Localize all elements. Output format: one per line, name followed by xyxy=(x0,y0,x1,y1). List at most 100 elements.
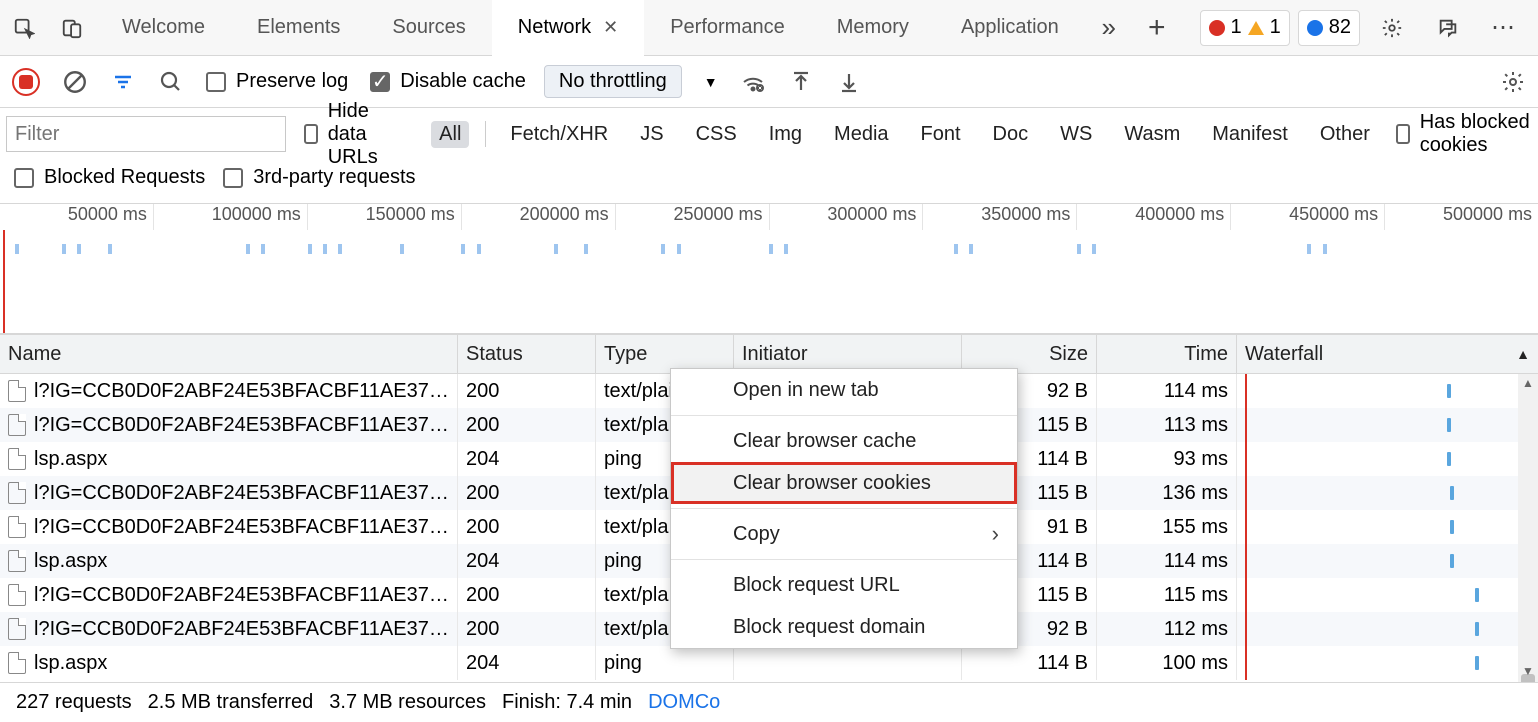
close-tab-icon[interactable]: ✕ xyxy=(603,17,618,38)
scroll-down-icon[interactable]: ▼ xyxy=(1522,664,1534,678)
tab-sources[interactable]: Sources xyxy=(366,0,491,56)
tab-elements[interactable]: Elements xyxy=(231,0,366,56)
cell-status: 204 xyxy=(458,544,596,578)
tab-performance[interactable]: Performance xyxy=(644,0,811,56)
file-icon xyxy=(8,550,26,572)
table-row[interactable]: lsp.aspx204ping114 B100 ms xyxy=(0,646,1538,680)
search-icon[interactable] xyxy=(158,69,184,95)
menu-separator xyxy=(671,508,1017,509)
import-har-icon[interactable] xyxy=(788,69,814,95)
error-count: 1 xyxy=(1231,16,1242,39)
more-tabs-icon[interactable]: » xyxy=(1085,0,1133,56)
file-icon xyxy=(8,652,26,674)
filter-type-manifest[interactable]: Manifest xyxy=(1204,121,1296,148)
filter-type-img[interactable]: Img xyxy=(761,121,810,148)
overview-blip xyxy=(784,244,788,254)
col-name[interactable]: Name xyxy=(0,335,458,373)
cell-name: l?IG=CCB0D0F2ABF24E53BFACBF11AE3798F4... xyxy=(0,612,458,646)
menu-item-copy[interactable]: Copy xyxy=(671,513,1017,555)
cell-waterfall xyxy=(1237,510,1538,544)
overview-blip xyxy=(769,244,773,254)
feedback-icon[interactable] xyxy=(1424,0,1472,56)
filter-type-media[interactable]: Media xyxy=(826,121,896,148)
throttling-value: No throttling xyxy=(559,70,667,92)
filter-type-fetchxhr[interactable]: Fetch/XHR xyxy=(502,121,616,148)
checkbox-icon xyxy=(206,72,226,92)
filter-type-wasm[interactable]: Wasm xyxy=(1116,121,1188,148)
overview-tick: 250000 ms xyxy=(616,204,770,230)
error-warning-badge[interactable]: 1 1 xyxy=(1200,10,1290,46)
blocked-requests-checkbox[interactable]: Blocked Requests xyxy=(14,166,205,189)
cell-waterfall xyxy=(1237,544,1538,578)
menu-item-block-request-url[interactable]: Block request URL xyxy=(671,564,1017,606)
tab-application[interactable]: Application xyxy=(935,0,1085,56)
filter-bar-2: Blocked Requests 3rd-party requests xyxy=(0,158,1538,204)
file-icon xyxy=(8,482,26,504)
filter-type-all[interactable]: All xyxy=(431,121,469,148)
col-time[interactable]: Time xyxy=(1097,335,1237,373)
throttling-dropdown-icon[interactable]: ▼ xyxy=(704,74,718,90)
inspect-element-icon[interactable] xyxy=(0,0,48,56)
cell-time: 114 ms xyxy=(1097,374,1237,408)
cell-waterfall xyxy=(1237,646,1538,680)
throttling-select[interactable]: No throttling xyxy=(544,65,682,98)
col-waterfall[interactable]: Waterfall▲ xyxy=(1237,335,1538,373)
col-status[interactable]: Status xyxy=(458,335,596,373)
tab-label: Memory xyxy=(837,16,909,39)
filter-type-ws[interactable]: WS xyxy=(1052,121,1100,148)
tab-network[interactable]: Network✕ xyxy=(492,0,644,56)
cell-time: 93 ms xyxy=(1097,442,1237,476)
issues-badge[interactable]: 82 xyxy=(1298,10,1360,46)
cell-status: 200 xyxy=(458,510,596,544)
menu-item-open-in-new-tab[interactable]: Open in new tab xyxy=(671,369,1017,411)
more-menu-icon[interactable]: ⋯ xyxy=(1480,0,1528,56)
filter-type-other[interactable]: Other xyxy=(1312,121,1378,148)
third-party-checkbox[interactable]: 3rd-party requests xyxy=(223,166,415,189)
overview-blip xyxy=(954,244,958,254)
timeline-overview[interactable]: 50000 ms100000 ms150000 ms200000 ms25000… xyxy=(0,204,1538,334)
cell-name: l?IG=CCB0D0F2ABF24E53BFACBF11AE3798F4... xyxy=(0,578,458,612)
cell-status: 200 xyxy=(458,578,596,612)
export-har-icon[interactable] xyxy=(836,69,862,95)
status-domcontentloaded[interactable]: DOMCo xyxy=(648,691,720,714)
overview-blip xyxy=(477,244,481,254)
cell-name: lsp.aspx xyxy=(0,544,458,578)
new-tab-icon[interactable]: + xyxy=(1133,0,1181,56)
status-bar: 227 requests 2.5 MB transferred 3.7 MB r… xyxy=(0,682,1538,722)
cell-time: 115 ms xyxy=(1097,578,1237,612)
menu-item-clear-browser-cookies[interactable]: Clear browser cookies xyxy=(671,462,1017,504)
clear-icon[interactable] xyxy=(62,69,88,95)
device-toggle-icon[interactable] xyxy=(48,0,96,56)
overview-tick: 400000 ms xyxy=(1077,204,1231,230)
scroll-up-icon[interactable]: ▲ xyxy=(1522,376,1534,390)
filter-type-font[interactable]: Font xyxy=(913,121,969,148)
network-settings-icon[interactable] xyxy=(1500,69,1526,95)
filter-type-doc[interactable]: Doc xyxy=(985,121,1037,148)
overview-tick: 150000 ms xyxy=(308,204,462,230)
cell-status: 200 xyxy=(458,612,596,646)
record-button[interactable] xyxy=(12,68,40,96)
filter-input[interactable] xyxy=(6,116,286,152)
tab-memory[interactable]: Memory xyxy=(811,0,935,56)
overview-blip xyxy=(677,244,681,254)
settings-icon[interactable] xyxy=(1368,0,1416,56)
filter-toggle-icon[interactable] xyxy=(110,69,136,95)
file-icon xyxy=(8,380,26,402)
menu-item-clear-browser-cache[interactable]: Clear browser cache xyxy=(671,420,1017,462)
filter-type-js[interactable]: JS xyxy=(632,121,671,148)
network-toolbar: Preserve log ✓ Disable cache No throttli… xyxy=(0,56,1538,108)
disable-cache-checkbox[interactable]: ✓ Disable cache xyxy=(370,70,526,93)
has-blocked-cookies-checkbox[interactable]: Has blocked cookies xyxy=(1396,111,1532,157)
checkbox-icon xyxy=(223,168,243,188)
preserve-log-checkbox[interactable]: Preserve log xyxy=(206,70,348,93)
vertical-scrollbar[interactable]: ▲ ▼ xyxy=(1518,374,1538,682)
filter-type-css[interactable]: CSS xyxy=(688,121,745,148)
network-conditions-icon[interactable] xyxy=(740,69,766,95)
tab-welcome[interactable]: Welcome xyxy=(96,0,231,56)
hide-data-urls-checkbox[interactable]: Hide data URLs xyxy=(304,100,413,169)
cell-time: 136 ms xyxy=(1097,476,1237,510)
cell-name: lsp.aspx xyxy=(0,646,458,680)
overview-blip xyxy=(261,244,265,254)
separator xyxy=(485,121,486,147)
menu-item-block-request-domain[interactable]: Block request domain xyxy=(671,606,1017,648)
